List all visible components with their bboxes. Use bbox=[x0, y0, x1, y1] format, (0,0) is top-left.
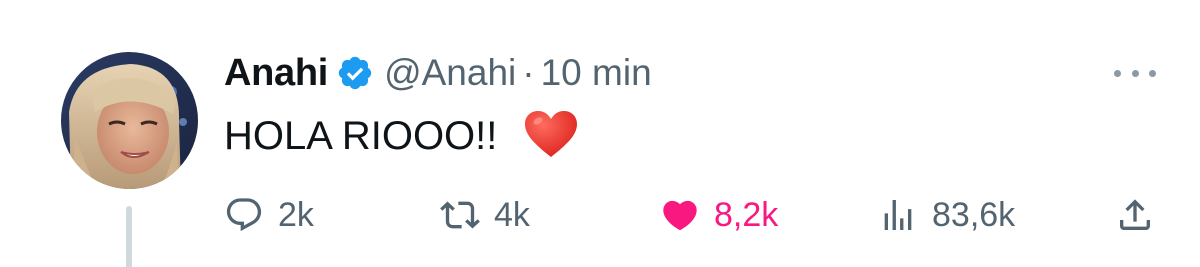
like-button[interactable]: 8,2k bbox=[660, 190, 778, 240]
timestamp[interactable]: 10 min bbox=[541, 52, 652, 94]
separator-dot: · bbox=[522, 52, 535, 93]
author-handle[interactable]: @Anahi bbox=[384, 52, 516, 94]
share-icon bbox=[1120, 199, 1150, 230]
tweet-text-content: HOLA RIOOO!! bbox=[224, 114, 498, 158]
retweet-count: 4k bbox=[494, 195, 530, 234]
share-button[interactable] bbox=[1115, 190, 1155, 240]
tweet-card[interactable]: Anahi @Anahi · 10 min HOLA RIOOO!! 2k 4k… bbox=[0, 0, 1200, 267]
more-options-icon[interactable] bbox=[1114, 58, 1156, 88]
action-bar: 2k 4k 8,2k 83,6k bbox=[0, 190, 1200, 240]
views-button[interactable]: 83,6k bbox=[878, 190, 1015, 240]
retweet-button[interactable]: 4k bbox=[440, 190, 530, 240]
like-count: 8,2k bbox=[714, 195, 779, 234]
reply-count: 2k bbox=[278, 195, 314, 234]
views-icon bbox=[884, 200, 912, 230]
retweet-icon bbox=[440, 201, 480, 229]
views-count: 83,6k bbox=[932, 195, 1016, 234]
tweet-text: HOLA RIOOO!! bbox=[224, 108, 579, 164]
reply-icon bbox=[226, 198, 262, 232]
tweet-header: Anahi @Anahi · 10 min bbox=[224, 50, 652, 96]
author-name[interactable]: Anahi bbox=[224, 52, 328, 95]
like-heart-icon bbox=[663, 200, 697, 231]
avatar[interactable] bbox=[61, 52, 198, 189]
reply-button[interactable]: 2k bbox=[224, 190, 314, 240]
red-heart-emoji bbox=[524, 111, 577, 158]
verified-badge-icon bbox=[338, 56, 372, 90]
